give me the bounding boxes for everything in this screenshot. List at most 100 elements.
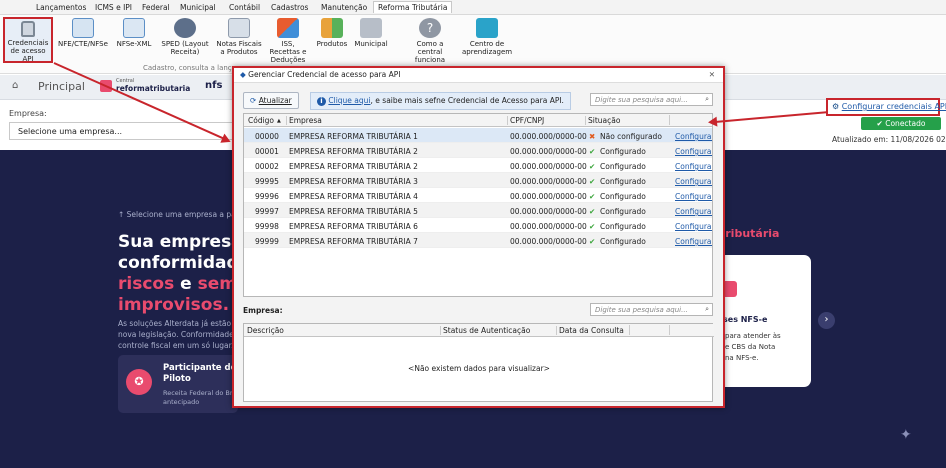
nfse-xml-label: NFSe-XML — [116, 40, 152, 48]
tab-principal[interactable]: Principal — [38, 80, 85, 93]
table-row[interactable]: 99996 EMPRESA REFORMA TRIBUTÁRIA 4 00.000.… — [244, 188, 712, 203]
cell-situacao: Configurado — [600, 207, 646, 216]
table-header: Código ▲ Empresa CPF/CNPJ Situação — [244, 114, 712, 127]
col-codigo[interactable]: Código — [248, 116, 274, 125]
cell-codigo: 99997 — [255, 207, 279, 216]
table-row[interactable]: 99998 EMPRESA REFORMA TRIBUTÁRIA 6 00.000.… — [244, 218, 712, 233]
col-situacao[interactable]: Situação — [585, 116, 620, 125]
cell-situacao: Configurado — [600, 162, 646, 171]
configurar-link[interactable]: Configurar — [675, 207, 712, 216]
table-row[interactable]: 99997 EMPRESA REFORMA TRIBUTÁRIA 5 00.000.… — [244, 203, 712, 218]
check-icon: ✔ — [589, 237, 596, 246]
info-text: , e saibe mais sefne Credencial de Acess… — [370, 96, 564, 105]
info-icon: i — [317, 97, 326, 106]
col-status-autenticacao[interactable]: Status de Autenticação — [440, 326, 530, 335]
como-central-funciona-button[interactable]: ? Como a central funciona — [404, 18, 456, 64]
atualizar-button[interactable]: ⟳ Atualizar — [243, 92, 299, 109]
menu-reforma-tributaria[interactable]: Reforma Tributária — [373, 1, 453, 13]
municipal-icon — [360, 18, 382, 38]
menu-icms-ipi[interactable]: ICMS e IPI — [95, 3, 132, 12]
tab-nfse[interactable]: nfs — [205, 80, 222, 91]
col-cpf-cnpj[interactable]: CPF/CNPJ — [507, 116, 544, 125]
centro-aprendizagem-label: Centro de aprendizagem — [462, 40, 513, 56]
nfse-card-line-1: para atender às — [725, 332, 781, 340]
cell-cnpj: 00.000.000/0000-00 — [510, 162, 587, 171]
configurar-link[interactable]: Configurar — [675, 222, 712, 231]
table-row[interactable]: 00002 EMPRESA REFORMA TRIBUTÁRIA 2 00.000.… — [244, 158, 712, 173]
hero-paragraph-3: controle fiscal em um só lugar. — [118, 341, 234, 350]
configurar-link[interactable]: Configurar — [675, 237, 712, 246]
cell-empresa: EMPRESA REFORMA TRIBUTÁRIA 2 — [289, 162, 418, 171]
dialog-title-bar: ◆ Gerenciar Credencial de acesso para AP… — [234, 68, 723, 83]
auth-table: Descrição Status de Autenticação Data da… — [243, 323, 714, 402]
menu-lancamentos[interactable]: Lançamentos — [36, 3, 86, 12]
configurar-credenciais-label: Configurar credenciais API — [841, 102, 946, 111]
refresh-icon: ⟳ — [250, 96, 257, 105]
cell-situacao: Não configurado — [600, 132, 662, 141]
configurar-link[interactable]: Configurar — [675, 147, 712, 156]
col-empresa[interactable]: Empresa — [286, 116, 322, 125]
credenciais-api-label: Credenciais de acesso API — [7, 39, 49, 63]
table-row[interactable]: 00001 EMPRESA REFORMA TRIBUTÁRIA 2 00.000.… — [244, 143, 712, 158]
carousel-next-button[interactable]: › — [818, 312, 835, 329]
table-row[interactable]: 99995 EMPRESA REFORMA TRIBUTÁRIA 3 00.000.… — [244, 173, 712, 188]
empresa-select[interactable]: Selecione uma empresa... — [9, 122, 234, 140]
menu-municipal[interactable]: Municipal — [180, 3, 216, 12]
col-data-consulta[interactable]: Data da Consulta — [556, 326, 624, 335]
como-central-label: Como a central funciona — [414, 40, 446, 64]
nfse-xml-button[interactable]: NFSe-XML — [113, 18, 155, 48]
pilot-title-1: Participante de — [163, 363, 237, 373]
cell-cnpj: 00.000.000/0000-00 — [510, 147, 587, 156]
hero-paragraph-1: As soluções Alterdata já estão p — [118, 319, 239, 328]
sped-icon — [174, 18, 196, 38]
sped-label: SPED (Layout Receita) — [161, 40, 209, 56]
notas-fiscais-label: Notas Fiscais a Produtos — [216, 40, 262, 56]
configurar-credenciais-link[interactable]: ⚙ Configurar credenciais API — [826, 98, 946, 116]
learning-icon — [476, 18, 498, 38]
search-placeholder: Digite sua pesquisa aqui... — [595, 96, 688, 104]
produtos-button[interactable]: Produtos — [315, 18, 349, 48]
clique-aqui-link[interactable]: Clique aqui — [328, 96, 370, 105]
hero-line-2: conformidade — [118, 253, 251, 273]
notas-fiscais-button[interactable]: Notas Fiscais a Produtos — [216, 18, 262, 56]
search-input[interactable]: Digite sua pesquisa aqui... ⌕ — [590, 93, 713, 106]
table-row[interactable]: 00000 EMPRESA REFORMA TRIBUTÁRIA 1 00.000.… — [244, 128, 712, 143]
empty-state: <Não existem dados para visualizar> — [408, 364, 550, 373]
configurar-link[interactable]: Configurar — [675, 162, 712, 171]
cell-situacao: Configurado — [600, 222, 646, 231]
configurar-link[interactable]: Configurar — [675, 192, 712, 201]
pilot-sub-2: antecipado — [163, 398, 200, 406]
sparkle-icon: ✦ — [900, 427, 912, 443]
nfe-cte-nfse-button[interactable]: NFE/CTE/NFSe — [58, 18, 108, 48]
credenciais-api-button[interactable]: Credenciais de acesso API — [3, 17, 53, 63]
municipal-button[interactable]: Municipal — [353, 18, 389, 48]
status-badge: ✔ Conectado — [861, 117, 941, 130]
configurar-link[interactable]: Configurar — [675, 177, 712, 186]
search-input-2[interactable]: Digite sua pesquisa aqui... ⌕ — [590, 303, 713, 316]
notes-icon — [228, 18, 250, 38]
col-descricao[interactable]: Descrição — [247, 326, 284, 335]
sped-button[interactable]: SPED (Layout Receita) — [158, 18, 212, 56]
empresa-detail-label: Empresa: — [243, 306, 283, 315]
dialog-title: Gerenciar Credencial de acesso para API — [248, 70, 401, 79]
iss-button[interactable]: ISS, Recettas e Deduções — [266, 18, 310, 64]
menu-cadastros[interactable]: Cadastros — [271, 3, 308, 12]
cell-cnpj: 00.000.000/0000-00 — [510, 192, 587, 201]
table-row[interactable]: 99999 EMPRESA REFORMA TRIBUTÁRIA 7 00.000.… — [244, 233, 712, 248]
empresa-select-value: Selecione uma empresa... — [18, 127, 123, 136]
hero-paragraph-2: nova legislação. Conformidade, — [118, 330, 237, 339]
home-icon[interactable]: ⌂ — [12, 80, 18, 91]
menu-federal[interactable]: Federal — [142, 3, 170, 12]
cell-cnpj: 00.000.000/0000-00 — [510, 222, 587, 231]
close-icon[interactable]: ✕ — [709, 70, 715, 79]
atualizar-label: Atualizar — [258, 96, 292, 105]
menu-manutencao[interactable]: Manutenção — [321, 3, 367, 12]
configurar-link[interactable]: Configurar — [675, 132, 712, 141]
nfse-card-title: ses NFS-e — [723, 315, 768, 324]
centro-aprendizagem-button[interactable]: Centro de aprendizagem — [462, 18, 512, 56]
menu-contabil[interactable]: Contábil — [229, 3, 260, 12]
reforma-brand-label: reformatributaria — [116, 84, 191, 93]
check-icon: ✔ — [589, 147, 596, 156]
check-icon: ✔ — [589, 192, 596, 201]
col-sep-2 — [669, 325, 670, 335]
